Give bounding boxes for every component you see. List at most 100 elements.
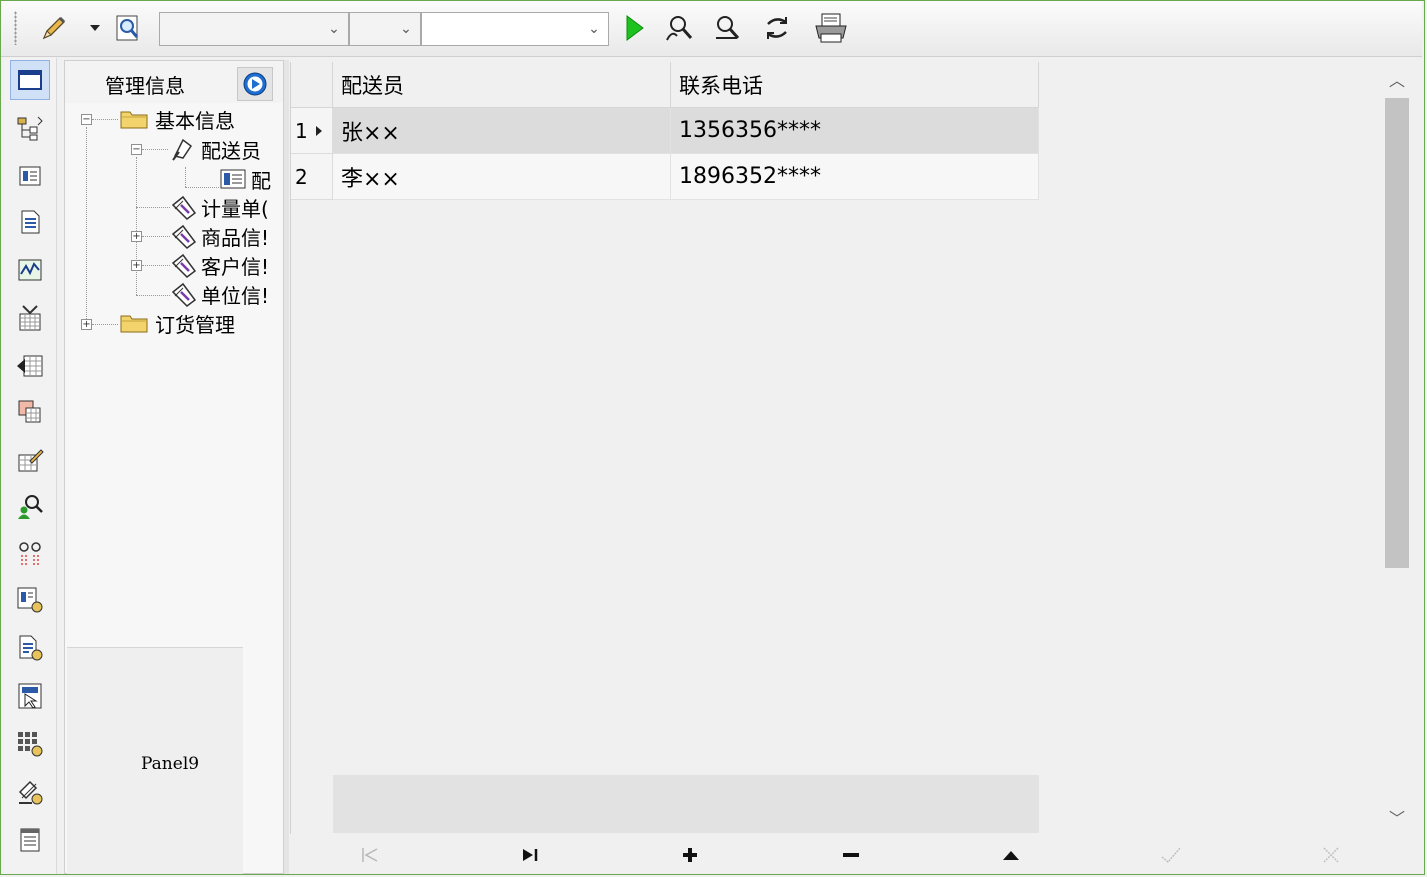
- cancel-record-icon[interactable]: [1301, 839, 1361, 871]
- tree-expand-toggle[interactable]: +: [131, 260, 142, 271]
- package-icon[interactable]: [10, 298, 50, 338]
- chevron-down-icon[interactable]: ⌄: [320, 13, 348, 45]
- cell-courier[interactable]: 张××: [333, 108, 671, 154]
- form-icon: [220, 169, 246, 189]
- scroll-up-icon[interactable]: ︿: [1383, 64, 1411, 94]
- row-indicator[interactable]: 1: [291, 108, 333, 154]
- toolbar-grip[interactable]: [14, 11, 17, 45]
- wrench-icon: [171, 195, 197, 220]
- row-indicator[interactable]: 2: [291, 154, 333, 200]
- scroll-down-icon[interactable]: ﹀: [1383, 802, 1411, 832]
- toolbar: ⌄ ⌄ ⌄: [1, 1, 1422, 57]
- vertical-scrollbar[interactable]: ︿ ﹀: [1383, 62, 1411, 834]
- first-record-icon[interactable]: [340, 839, 400, 871]
- tree-node-basic-info[interactable]: 基本信息: [119, 105, 235, 133]
- combo-3[interactable]: ⌄: [421, 12, 609, 46]
- org-chart-icon[interactable]: [10, 108, 50, 148]
- tree-line: [142, 265, 170, 266]
- left-icon-strip: [4, 58, 57, 874]
- current-row-arrow-icon: [315, 125, 322, 136]
- edit-record-icon[interactable]: [981, 839, 1041, 871]
- cell-phone[interactable]: 1896352****: [671, 154, 1039, 200]
- form-settings-icon[interactable]: [10, 580, 50, 620]
- tree-node-unit-info[interactable]: 单位信!: [169, 280, 269, 308]
- tree-node-label: 客户信!: [201, 254, 270, 279]
- grid-settings-icon[interactable]: [10, 724, 50, 764]
- edit-table-icon[interactable]: [10, 440, 50, 480]
- splitter[interactable]: [284, 60, 289, 874]
- wrench-icon: [171, 282, 197, 307]
- find-next-icon[interactable]: [713, 13, 743, 43]
- tree-expand-toggle[interactable]: +: [131, 231, 142, 242]
- tree-line: [142, 149, 168, 150]
- tool-icon: [172, 138, 193, 161]
- combo-1[interactable]: ⌄: [159, 12, 349, 46]
- post-record-icon[interactable]: [1141, 839, 1201, 871]
- tree-collapse-toggle[interactable]: −: [81, 114, 92, 125]
- printer-icon[interactable]: [813, 13, 849, 43]
- tree-node-measure-unit[interactable]: 计量单(: [169, 193, 269, 221]
- tree-node-product-info[interactable]: 商品信!: [169, 222, 269, 250]
- tree-node-order-management[interactable]: 订货管理: [119, 309, 235, 337]
- grid-corner: [291, 62, 333, 108]
- grid-footer: [333, 775, 1039, 833]
- tree-title: 管理信息: [105, 74, 185, 98]
- column-header-courier[interactable]: 配送员: [333, 62, 671, 108]
- cell-courier[interactable]: 李××: [333, 154, 671, 200]
- caret-down-icon[interactable]: [85, 13, 105, 43]
- chart-icon[interactable]: [10, 250, 50, 290]
- tree-node-label: 基本信息: [155, 108, 235, 133]
- tree-node-customer-info[interactable]: 客户信!: [169, 251, 269, 279]
- tree-line: [185, 167, 186, 187]
- tree-line: [185, 187, 219, 188]
- tools-settings-icon[interactable]: [10, 772, 50, 812]
- combo-2[interactable]: ⌄: [349, 12, 421, 46]
- wrench-icon: [171, 224, 197, 249]
- folder-icon: [120, 315, 148, 333]
- list-document-icon[interactable]: [10, 820, 50, 860]
- pencil-icon[interactable]: [39, 13, 69, 43]
- chevron-down-icon[interactable]: ⌄: [392, 13, 420, 45]
- tree-view[interactable]: − − + + + 基本信息 配送员 配 计量单( 商品信! 客户信! 单位信!…: [65, 103, 283, 641]
- tree-node-label: 配送员: [201, 138, 261, 163]
- magnifier-document-icon[interactable]: [113, 13, 143, 43]
- tree-header: 管理信息: [65, 61, 283, 103]
- find-user-icon[interactable]: [664, 13, 694, 43]
- tree-node-label: 商品信!: [201, 225, 270, 250]
- tree-line: [142, 236, 170, 237]
- tree-expand-toggle[interactable]: +: [81, 319, 92, 330]
- cell-phone[interactable]: 1356356****: [671, 108, 1039, 154]
- window-icon[interactable]: [10, 60, 50, 100]
- last-record-icon[interactable]: [500, 839, 560, 871]
- tree-node-courier[interactable]: 配送员: [169, 135, 261, 163]
- folder-icon: [120, 111, 148, 129]
- tree-line: [136, 295, 170, 296]
- doc-settings-icon[interactable]: [10, 628, 50, 668]
- db-navigator: [290, 835, 1411, 874]
- scroll-thumb[interactable]: [1385, 98, 1409, 568]
- table-arrow-icon[interactable]: [10, 346, 50, 386]
- chevron-down-icon[interactable]: ⌄: [580, 13, 608, 45]
- connectors-icon[interactable]: [10, 534, 50, 574]
- play-icon[interactable]: [619, 13, 649, 43]
- column-header-phone[interactable]: 联系电话: [671, 62, 1039, 108]
- panel9-label: Panel9: [141, 754, 200, 774]
- form-icon[interactable]: [10, 156, 50, 196]
- user-search-icon[interactable]: [10, 486, 50, 526]
- tree-panel: 管理信息 − − + + + 基本信息 配送员 配 计量单(商品信! 客户信!…: [64, 60, 284, 874]
- tree-line: [136, 207, 170, 208]
- tree-node-courier-form[interactable]: 配: [219, 165, 271, 193]
- refresh-icon[interactable]: [762, 13, 792, 43]
- document-icon[interactable]: [10, 202, 50, 242]
- delete-record-icon[interactable]: [821, 839, 881, 871]
- tree-go-button[interactable]: [237, 67, 273, 101]
- tree-line: [136, 157, 137, 295]
- wrench-icon: [171, 253, 197, 278]
- tree-collapse-toggle[interactable]: −: [131, 144, 142, 155]
- tree-node-label: 单位信!: [201, 283, 270, 308]
- form-pointer-icon[interactable]: [10, 676, 50, 716]
- grid-color-icon[interactable]: [10, 392, 50, 432]
- row-number: 2: [295, 164, 308, 189]
- insert-record-icon[interactable]: [660, 839, 720, 871]
- tree-node-label: 订货管理: [155, 312, 235, 337]
